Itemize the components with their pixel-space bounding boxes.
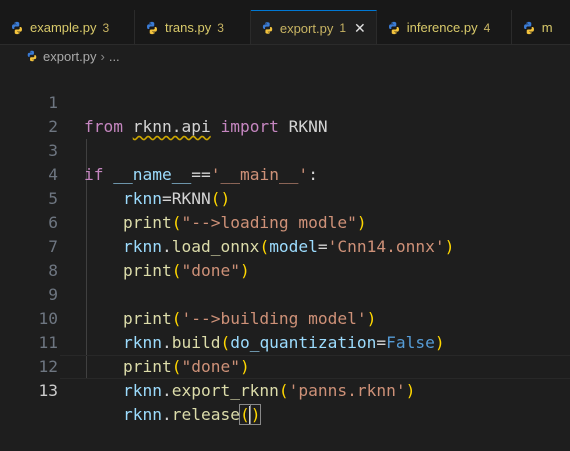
window-top-strip [0, 0, 570, 10]
tab-export-py[interactable]: export.py 1 ✕ [250, 10, 377, 44]
code-line: 6 rknn.load_onnx(model='Cnn14.onnx') [0, 187, 570, 256]
python-file-icon [12, 21, 22, 34]
breadcrumb-file[interactable]: export.py [43, 49, 96, 64]
python-file-icon [523, 21, 534, 34]
code-line: 10 rknn.build(do_quantization=False) [0, 283, 570, 352]
python-file-icon [262, 22, 272, 34]
breadcrumb-separator: › [100, 48, 105, 64]
breadcrumb: export.py › ... [0, 45, 570, 67]
tab-label: example.py [30, 20, 97, 35]
code-line: 7 print("done") [0, 211, 570, 280]
problem-count-badge: 3 [217, 20, 224, 35]
problem-count-badge: 3 [102, 20, 110, 35]
tab-overflow[interactable]: m [512, 10, 570, 44]
code-line: 2 [0, 91, 570, 136]
code-line: 1 from rknn.api import RKNN [0, 67, 570, 136]
code-editor[interactable]: 1 from rknn.api import RKNN 2 3 if __nam… [0, 67, 570, 436]
python-file-icon [27, 50, 37, 62]
problem-count-badge: 4 [483, 20, 491, 35]
tab-label: export.py [279, 20, 334, 36]
tab-example-py[interactable]: example.py 3 [0, 10, 135, 44]
code-line: 13 rknn.release() [0, 355, 570, 425]
code-line: 8 [0, 235, 570, 280]
editor-tab-bar: example.py 3 trans.py 3 export.py 1 ✕ in… [0, 10, 570, 45]
code-line: 5 print("-->loading modle") [0, 163, 570, 232]
code-line: 3 if __name__=='__main__': [0, 115, 570, 184]
tab-label: trans.py [164, 20, 212, 35]
tab-label: m [541, 20, 553, 35]
breadcrumb-more[interactable]: ... [109, 49, 120, 64]
tab-inference-py[interactable]: inference.py 4 [377, 10, 512, 44]
code-line: 9 print('-->building model') [0, 259, 570, 328]
code-text: rknn.export_rknn('panns.rknn') [122, 381, 416, 400]
python-file-icon [388, 21, 399, 34]
code-text: rknn.release() [122, 404, 262, 425]
python-file-icon [146, 21, 157, 34]
code-line: 12 rknn.export_rknn('panns.rknn') [0, 331, 570, 400]
problem-count-badge: 1 [339, 21, 347, 35]
line-number: 13 [38, 381, 59, 400]
tab-label: inference.py [406, 20, 478, 35]
tab-trans-py[interactable]: trans.py 3 [135, 10, 251, 44]
code-line: 11 print("done") [0, 307, 570, 376]
code-line: 4 rknn=RKNN() [0, 139, 570, 208]
close-icon[interactable]: ✕ [354, 20, 366, 37]
